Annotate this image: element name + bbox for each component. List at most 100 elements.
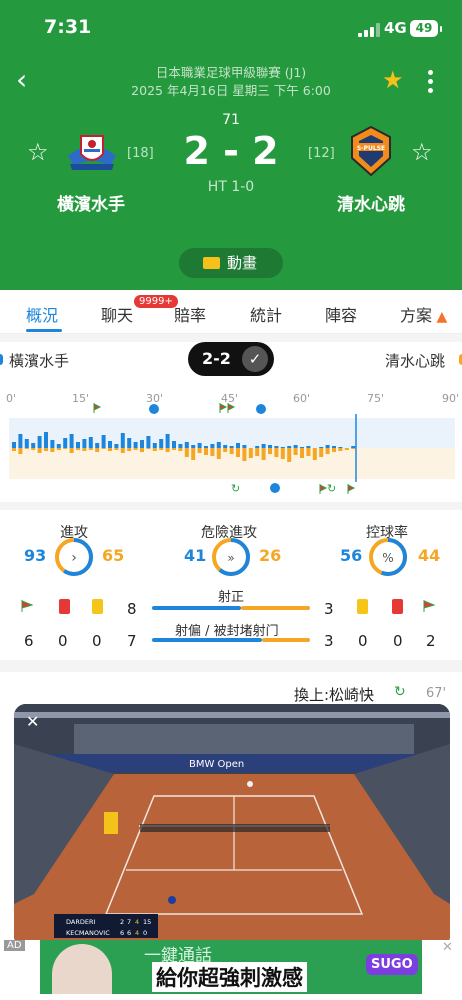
away-momentum-bar	[44, 448, 48, 451]
dangerous-home: 41	[184, 546, 207, 565]
player2-set1: 6	[120, 929, 124, 937]
shots-off-label: 射偏 / 被封堵射门	[175, 624, 279, 639]
tab-overview[interactable]: 概況	[26, 302, 58, 326]
player2-name: KECMANOVIC	[66, 929, 110, 937]
home-momentum-bar	[274, 446, 279, 448]
home-momentum-bar	[69, 434, 74, 448]
away-momentum-bar	[24, 448, 29, 449]
yellow-card-icon	[357, 599, 368, 614]
corner-flag-icon	[21, 600, 34, 612]
away-momentum-bar	[108, 448, 112, 451]
home-red-cards: 0	[58, 632, 68, 650]
more-options-icon[interactable]	[423, 70, 437, 94]
home-corners: 6	[24, 632, 34, 650]
away-momentum-bar	[216, 448, 221, 459]
home-momentum-bar	[108, 441, 112, 448]
corner-flag-icon	[219, 403, 228, 413]
away-momentum-bar	[274, 448, 279, 457]
signal-icon	[358, 23, 380, 37]
away-momentum-bar	[63, 448, 68, 449]
home-momentum-bar	[44, 432, 48, 448]
away-momentum-bar	[344, 448, 349, 450]
favorite-star-icon[interactable]: ★	[382, 67, 404, 93]
away-momentum-bar	[120, 448, 125, 453]
video-player[interactable]: BMW Open DARDERI KECMANOVIC 2 7 4 15 6 6…	[14, 704, 450, 948]
tab-plan[interactable]: 方案 ▲	[400, 302, 447, 326]
momentum-timeline: ↻ ↻	[9, 403, 455, 495]
ad-image[interactable]: 一鍵通話 給你超強刺激感 SUGO	[40, 940, 422, 994]
corner-flag-icon	[93, 403, 102, 413]
home-momentum-bar	[18, 434, 23, 448]
svg-text:›: ›	[71, 550, 77, 566]
home-momentum-bar	[255, 446, 260, 448]
shots-on-home-bar	[152, 606, 241, 610]
home-momentum-bar	[31, 443, 36, 448]
away-momentum-bar	[152, 448, 157, 451]
back-icon[interactable]: ‹	[16, 66, 27, 94]
home-momentum-bar	[261, 444, 266, 448]
tab-lineup[interactable]: 陣容	[325, 302, 357, 326]
away-rank: [12]	[308, 146, 335, 161]
ad-banner[interactable]: AD 一鍵通話 給你超強刺激感 SUGO ✕	[0, 940, 462, 1000]
player2-set3: 4	[135, 929, 139, 937]
substitution-icon: ↻	[394, 684, 406, 700]
home-momentum-bar	[165, 434, 170, 448]
player1-name: DARDERI	[66, 918, 95, 926]
home-momentum-bar	[37, 436, 42, 448]
away-team-logo: S-PULSE	[349, 125, 393, 177]
away-momentum-bar	[229, 448, 234, 454]
away-yellow-cards: 0	[358, 632, 368, 650]
scoreline-score: 2-2	[202, 349, 231, 368]
follow-home-star-icon[interactable]: ☆	[27, 140, 49, 164]
home-momentum-bar	[338, 447, 343, 448]
substitution-icon: ↻	[231, 482, 240, 495]
away-corners: 2	[426, 632, 436, 650]
chat-badge: 9999+	[134, 295, 178, 308]
svg-text:»: »	[227, 551, 234, 565]
dangerous-away: 26	[259, 546, 282, 565]
goal-ball-icon	[256, 404, 266, 414]
possession-ring: %	[369, 538, 407, 576]
ad-close-icon[interactable]: ✕	[442, 940, 453, 955]
possession-home: 56	[340, 546, 363, 565]
away-momentum-bar	[191, 448, 196, 460]
animation-button[interactable]: 動畫	[179, 248, 283, 278]
home-momentum-bar	[325, 445, 330, 448]
away-momentum-bar	[178, 448, 183, 451]
follow-away-star-icon[interactable]: ☆	[411, 140, 433, 164]
home-momentum-bar	[287, 446, 292, 448]
goal-ball-icon	[149, 404, 159, 414]
ad-line2: 給你超強刺激感	[152, 962, 307, 992]
away-momentum-bar	[165, 448, 170, 452]
tab-odds[interactable]: 賠率	[174, 302, 206, 326]
close-video-icon[interactable]: ✕	[26, 712, 39, 731]
player2-set2: 6	[127, 929, 131, 937]
score-pill[interactable]: 2-2 ✓	[188, 342, 274, 376]
home-momentum-bar	[268, 445, 272, 448]
animation-icon	[203, 257, 220, 269]
home-team-name[interactable]: 橫濱水手	[31, 190, 151, 215]
away-team-name[interactable]: 清水心跳	[311, 190, 431, 215]
status-time: 7:31	[44, 16, 92, 38]
player1-points: 15	[143, 918, 151, 926]
active-tab-indicator	[26, 329, 62, 332]
tab-stats[interactable]: 統計	[250, 302, 282, 326]
shots-on-home: 8	[127, 600, 137, 618]
home-momentum-bar	[127, 438, 132, 448]
corner-flag-icon	[227, 403, 236, 413]
match-datetime: 2025 年4月16日 星期三 下午 6:00	[131, 83, 331, 98]
away-momentum-bar	[223, 448, 228, 452]
divider	[0, 334, 462, 342]
home-momentum-bar	[140, 440, 144, 448]
substitution-text: 換上:松崎快	[294, 686, 375, 704]
player1-set3: 4	[135, 918, 139, 926]
goal-ball-icon	[270, 483, 280, 493]
attack-ring: ›	[55, 538, 93, 576]
away-momentum-bar	[56, 448, 61, 450]
away-momentum-bar	[280, 448, 285, 459]
scoreline-away: 清水心跳	[385, 352, 446, 370]
scoreline-row: 橫濱水手 2-2 ✓ 清水心跳	[0, 342, 462, 376]
home-momentum-bar	[351, 446, 356, 448]
tab-chat[interactable]: 聊天	[101, 302, 133, 326]
away-momentum-bar	[242, 448, 247, 461]
